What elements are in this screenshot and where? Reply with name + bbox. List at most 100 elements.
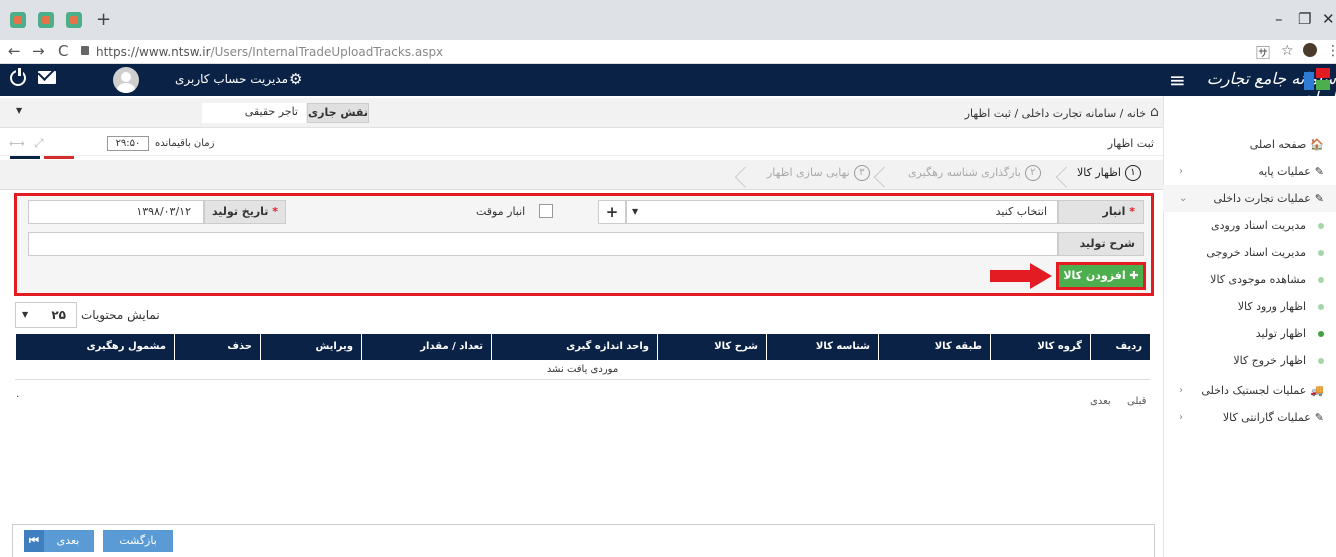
column-header[interactable]: شرح کالا: [657, 334, 766, 360]
hamburger-menu-icon[interactable]: ≡: [1169, 68, 1186, 92]
step-finalize[interactable]: ۳نهایی سازی اظهار: [767, 165, 870, 181]
column-header[interactable]: مشمول رهگیری: [15, 334, 174, 360]
url-path: /Users/InternalTradeUploadTracks.aspx: [210, 45, 444, 59]
chevron-down-icon: ⌄: [1179, 193, 1188, 204]
step-number: ۳: [853, 165, 870, 181]
tab-favicon-icon[interactable]: [66, 12, 82, 28]
collapse-arrows-icon[interactable]: ⟷: [9, 137, 25, 150]
pager-previous[interactable]: قبلی: [1127, 396, 1146, 407]
page-size-label: نمایش محتویات: [81, 308, 160, 322]
chevron-down-icon[interactable]: ▼: [632, 207, 638, 216]
fullscreen-icon[interactable]: ⤢: [34, 136, 44, 151]
sidebar-item-internal-trade[interactable]: ✎عملیات تجارت داخلی ⌄: [1163, 185, 1336, 212]
sidebar-item-label: عملیات تجارت داخلی: [1213, 192, 1311, 205]
breadcrumb[interactable]: خانه / سامانه تجارت داخلی / ثبت اظهار: [965, 107, 1146, 120]
home-icon[interactable]: ⌂: [1150, 104, 1159, 120]
next-arrow-icon: ⏮: [24, 530, 44, 552]
bullet-icon: [1318, 250, 1324, 256]
sidebar-subitem-label: مشاهده موجودی کالا: [1210, 273, 1306, 286]
temp-warehouse-checkbox[interactable]: [539, 204, 553, 218]
bullet-icon: [1318, 358, 1324, 364]
production-date-label: * تاریخ تولید: [204, 200, 286, 224]
step-chevron-icon: [1056, 160, 1072, 190]
column-header[interactable]: شناسه کالا: [766, 334, 878, 360]
lock-icon: [81, 46, 89, 55]
gear-icon[interactable]: ⚙: [289, 70, 302, 88]
user-avatar[interactable]: [113, 67, 139, 93]
sidebar-subitem-active[interactable]: اظهار تولید: [1163, 320, 1336, 347]
edit-icon: ✎: [1314, 192, 1324, 205]
translate-icon[interactable]: 🈂: [1256, 43, 1270, 63]
back-button[interactable]: بازگشت: [103, 530, 173, 552]
pager-next[interactable]: بعدی: [1090, 396, 1111, 407]
sidebar-item-label: عملیات پایه: [1258, 165, 1311, 178]
accent-line-red: [44, 156, 74, 159]
sidebar-item-logistics[interactable]: 🚚عملیات لجستیک داخلی ‹: [1163, 377, 1336, 404]
bookmark-star-icon[interactable]: ☆: [1281, 43, 1294, 59]
step-label: اظهار کالا: [1077, 166, 1121, 179]
power-icon[interactable]: [10, 68, 26, 86]
add-warehouse-button[interactable]: +: [598, 200, 626, 224]
bullet-icon: [1318, 223, 1324, 229]
add-goods-button[interactable]: ✚ افزودن کالا: [1059, 265, 1143, 287]
column-header[interactable]: ویرایش: [260, 334, 361, 360]
home-icon: 🏠: [1310, 138, 1324, 151]
tab-favicon-icon[interactable]: [38, 12, 54, 28]
production-description-label: شرح تولید: [1058, 232, 1144, 256]
step-number: ۱: [1124, 165, 1141, 181]
reload-icon[interactable]: C: [58, 42, 68, 60]
sidebar-subitem[interactable]: مدیریت اسناد ورودی: [1163, 212, 1336, 239]
sidebar-item-warranty[interactable]: ✎عملیات گارانتی کالا ‹: [1163, 404, 1336, 431]
app-logo-icon: [1304, 68, 1330, 90]
temp-warehouse-label: انبار موقت: [476, 205, 526, 218]
timer-label: زمان باقیمانده: [155, 138, 215, 149]
current-role-value: تاجر حقیقی: [202, 103, 306, 123]
column-header[interactable]: حذف: [174, 334, 260, 360]
mail-icon[interactable]: [38, 71, 56, 84]
next-button-label: بعدی: [56, 534, 80, 547]
column-header[interactable]: ردیف: [1090, 334, 1150, 360]
step-chevron-icon: [874, 160, 890, 190]
url-host: https://www.ntsw.ir: [96, 45, 211, 59]
step-number: ۲: [1024, 165, 1041, 181]
sidebar-subitem[interactable]: مشاهده موجودی کالا: [1163, 266, 1336, 293]
sidebar-subitem-label: مدیریت اسناد خروجی: [1206, 246, 1306, 259]
profile-avatar-icon[interactable]: [1303, 43, 1317, 57]
maximize-button[interactable]: ❐: [1298, 10, 1311, 28]
column-header[interactable]: طبقه کالا: [878, 334, 990, 360]
tab-favicon-icon[interactable]: [10, 12, 26, 28]
sidebar-item-home[interactable]: 🏠صفحه اصلی: [1163, 131, 1336, 158]
column-header[interactable]: گروه کالا: [990, 334, 1090, 360]
sidebar-item-label: عملیات لجستیک داخلی: [1201, 384, 1307, 397]
sidebar-subitem[interactable]: اظهار خروج کالا: [1163, 347, 1336, 374]
step-upload-tracking[interactable]: ۲بارگذاری شناسه رهگیری: [908, 165, 1041, 181]
url-field[interactable]: https://www.ntsw.ir/Users/InternalTradeU…: [96, 45, 443, 59]
edit-icon: ✎: [1314, 411, 1324, 424]
sidebar-subitem-label: اظهار خروج کالا: [1233, 354, 1306, 367]
column-header[interactable]: تعداد / مقدار: [361, 334, 491, 360]
sidebar-subitem[interactable]: اظهار ورود کالا: [1163, 293, 1336, 320]
chevron-left-icon: ‹: [1179, 385, 1183, 396]
account-management-link[interactable]: مدیریت حساب کاربری: [175, 72, 288, 86]
production-description-field[interactable]: [28, 232, 1058, 256]
warehouse-select[interactable]: انتخاب کنید: [626, 200, 1058, 224]
next-button[interactable]: ⏮ بعدی: [24, 530, 94, 552]
browser-menu-icon[interactable]: ⋮: [1326, 43, 1336, 59]
column-header[interactable]: واحد اندازه گیری: [491, 334, 657, 360]
close-window-button[interactable]: ✕: [1322, 10, 1335, 28]
back-arrow-icon[interactable]: ←: [8, 42, 21, 60]
forward-arrow-icon[interactable]: →: [32, 42, 45, 60]
sidebar-subitem[interactable]: مدیریت اسناد خروجی: [1163, 239, 1336, 266]
edit-icon: ✎: [1314, 165, 1324, 178]
step-declare-goods[interactable]: ۱اظهار کالا: [1077, 165, 1141, 181]
timer-value: ۲۹:۵۰: [107, 136, 149, 151]
page-size-select[interactable]: ۲۵ ▼: [15, 302, 77, 328]
sidebar-item-basic-ops[interactable]: ✎عملیات پایه ‹: [1163, 158, 1336, 185]
bullet-icon: [1318, 304, 1324, 310]
new-tab-button[interactable]: +: [96, 9, 111, 30]
role-dropdown-caret-icon[interactable]: ▼: [16, 106, 22, 115]
sidebar-subitem-label: اظهار تولید: [1255, 327, 1306, 340]
production-date-field[interactable]: ۱۳۹۸/۰۳/۱۲: [28, 200, 204, 224]
minimize-button[interactable]: –: [1275, 10, 1283, 28]
sidebar-subitem-label: اظهار ورود کالا: [1237, 300, 1306, 313]
